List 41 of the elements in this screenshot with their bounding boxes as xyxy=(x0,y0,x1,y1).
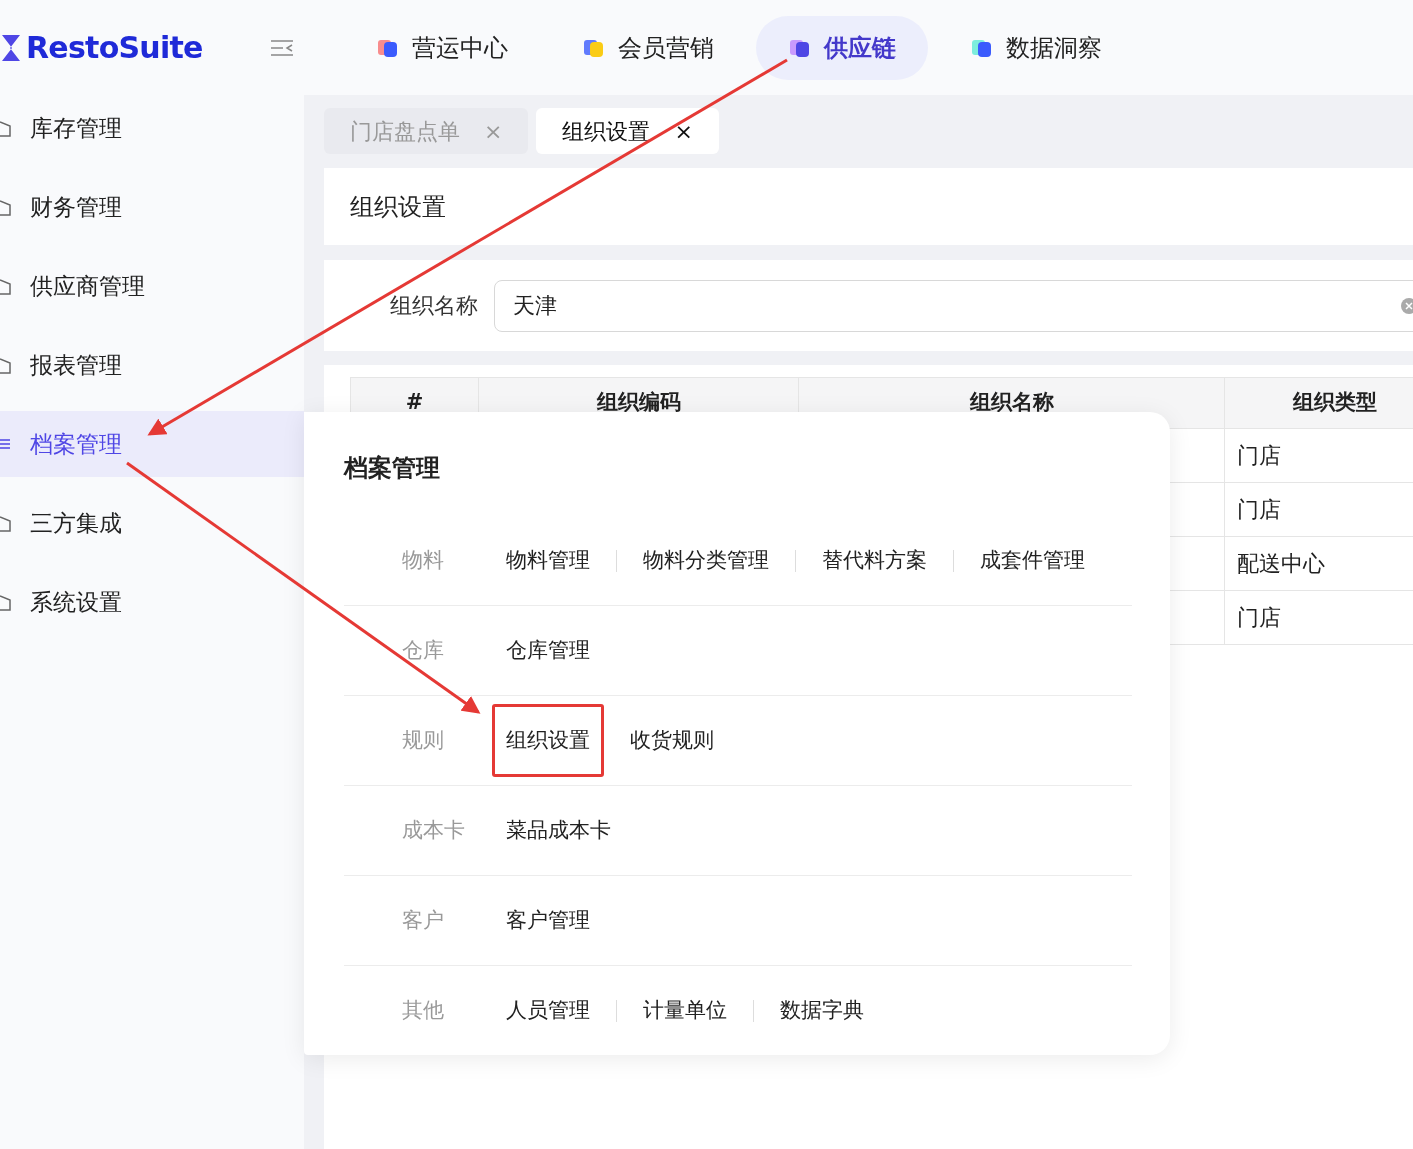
sidebar-item[interactable]: 供应商管理 xyxy=(0,253,304,319)
logo: RestoSuite xyxy=(26,29,203,67)
page-title: 组织设置 xyxy=(350,191,446,223)
category-label: 规则 xyxy=(401,726,445,754)
table-cell: 配送中心 xyxy=(1224,537,1413,590)
top-nav-tab[interactable]: 数据洞察 xyxy=(938,15,1134,80)
menu-link[interactable]: 计量单位 xyxy=(643,995,727,1027)
menu-link[interactable]: 替代料方案 xyxy=(822,544,927,577)
menu-link[interactable]: 物料管理 xyxy=(506,544,590,577)
close-icon[interactable]: × xyxy=(674,114,693,148)
page-tab[interactable]: 组织设置 × xyxy=(536,108,719,154)
top-nav-tab[interactable]: 营运中心 xyxy=(344,15,540,80)
sidebar-item[interactable]: 报表管理 xyxy=(0,332,304,398)
top-nav-tab[interactable]: 供应链 xyxy=(756,15,928,80)
menu-link[interactable]: 成套件管理 xyxy=(980,544,1085,577)
menu-link[interactable]: 物料分类管理 xyxy=(643,544,769,577)
input-field[interactable]: 天津 xyxy=(494,279,1413,332)
category-label: 成本卡 xyxy=(401,816,466,844)
category-label: 客户 xyxy=(401,906,445,934)
top-nav-tab[interactable]: 会员营销 xyxy=(550,15,746,80)
menu-link[interactable]: 菜品成本卡 xyxy=(506,814,611,847)
table-cell: 门店 xyxy=(1224,591,1413,644)
sidebar-item[interactable]: 三方集成 xyxy=(0,490,304,556)
menu-link[interactable]: 客户管理 xyxy=(506,904,590,937)
menu-link[interactable]: 组织设置 xyxy=(492,703,604,778)
category-label: 其他 xyxy=(401,997,445,1025)
field-label: 组织名称 xyxy=(390,292,478,320)
table-cell: 门店 xyxy=(1224,429,1413,482)
category-label: 仓库 xyxy=(401,636,445,664)
menu-link[interactable]: 人员管理 xyxy=(506,995,590,1027)
sidebar-item[interactable]: 系统设置 xyxy=(0,569,304,635)
flyout-title: 档案管理 xyxy=(344,453,441,484)
category-label: 物料 xyxy=(401,546,445,574)
menu-link[interactable]: 收货规则 xyxy=(630,724,714,757)
menu-link[interactable]: 仓库管理 xyxy=(506,634,590,667)
menu-link[interactable]: 数据字典 xyxy=(780,995,864,1027)
column-header: 组织类型 xyxy=(1224,378,1413,428)
sidebar-item[interactable]: 档案管理 xyxy=(0,411,304,477)
sidebar-item[interactable]: 库存管理 xyxy=(0,95,304,161)
sidebar-item[interactable]: 财务管理 xyxy=(0,174,304,240)
table-cell: 门店 xyxy=(1224,483,1413,536)
